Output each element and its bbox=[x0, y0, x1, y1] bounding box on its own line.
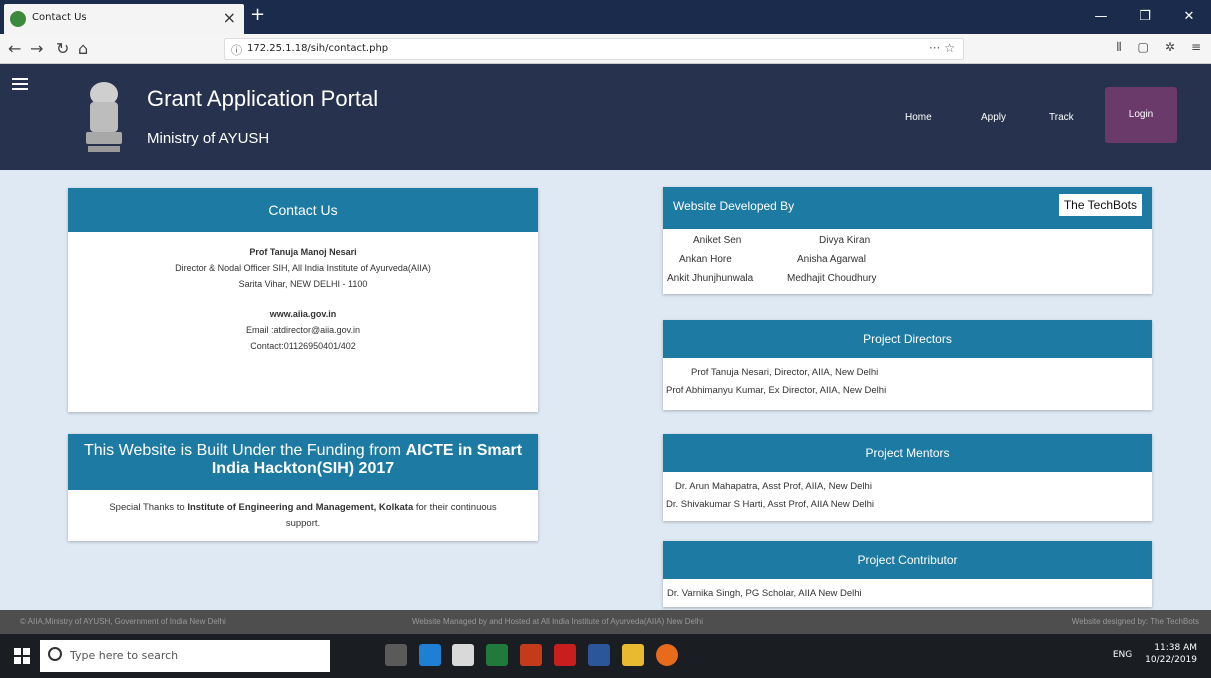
sidebar-icon[interactable]: ▢ bbox=[1138, 40, 1149, 55]
developer-name: Ankan Hore bbox=[679, 254, 732, 265]
menu-icon[interactable]: ≡ bbox=[1191, 40, 1201, 55]
contact-address: Sarita Vihar, NEW DELHI - 1100 bbox=[238, 279, 368, 289]
national-emblem-icon bbox=[86, 82, 122, 152]
contributor-heading: Project Contributor bbox=[663, 541, 1152, 579]
page-actions-icon[interactable]: ··· ☆ bbox=[929, 41, 955, 55]
clock[interactable]: 11:38 AM 10/22/2019 bbox=[1145, 642, 1197, 666]
contributor-card: Project Contributor Dr. Varnika Singh, P… bbox=[663, 541, 1152, 607]
contact-card: Contact Us Prof Tanuja Manoj Nesari Dire… bbox=[68, 188, 538, 412]
nav-track[interactable]: Track bbox=[1049, 112, 1074, 123]
site-subtitle: Ministry of AYUSH bbox=[147, 130, 270, 147]
edge-icon[interactable] bbox=[419, 644, 441, 666]
search-placeholder[interactable]: Type here to search bbox=[70, 649, 178, 662]
store-icon[interactable] bbox=[452, 644, 474, 666]
mentors-card: Project Mentors Dr. Arun Mahapatra, Asst… bbox=[663, 434, 1152, 521]
site-footer: © AIIA,Ministry of AYUSH, Government of … bbox=[0, 610, 1211, 634]
site-header: Grant Application Portal Ministry of AYU… bbox=[0, 64, 1211, 170]
developers-heading: Website Developed By The TechBots bbox=[663, 187, 1152, 229]
directors-card: Project Directors Prof Tanuja Nesari, Di… bbox=[663, 320, 1152, 410]
close-window-icon[interactable]: ✕ bbox=[1167, 0, 1211, 34]
tab-title: Contact Us bbox=[32, 12, 87, 23]
reload-icon[interactable]: ↻ bbox=[56, 39, 69, 58]
minimize-icon[interactable]: — bbox=[1079, 0, 1123, 34]
director-item: Prof Tanuja Nesari, Director, AIIA, New … bbox=[691, 367, 879, 378]
funding-card: This Website is Built Under the Funding … bbox=[68, 434, 538, 541]
address-bar[interactable]: ⓘ 172.25.1.18/sih/contact.php ··· ☆ bbox=[224, 38, 964, 60]
clock-time: 11:38 AM bbox=[1154, 643, 1197, 653]
powerpoint-icon[interactable] bbox=[520, 644, 542, 666]
word-icon[interactable] bbox=[588, 644, 610, 666]
mentors-heading: Project Mentors bbox=[663, 434, 1152, 472]
thanks-institute: Institute of Engineering and Management,… bbox=[187, 502, 414, 513]
developer-name: Aniket Sen bbox=[693, 235, 742, 246]
browser-toolbar: ← → ↻ ⌂ ⓘ 172.25.1.18/sih/contact.php ··… bbox=[0, 34, 1211, 64]
url-text[interactable]: 172.25.1.18/sih/contact.php bbox=[247, 43, 388, 54]
developer-name: Medhajit Choudhury bbox=[787, 273, 877, 284]
footer-designer: Website designed by: The TechBots bbox=[1071, 617, 1199, 626]
contact-heading: Contact Us bbox=[68, 188, 538, 232]
library-icon[interactable]: ⫴ bbox=[1116, 40, 1121, 55]
contributor-item: Dr. Varnika Singh, PG Scholar, AIIA New … bbox=[667, 588, 862, 599]
developer-name: Anisha Agarwal bbox=[797, 254, 866, 265]
system-tray: ENG 11:38 AM 10/22/2019 bbox=[1113, 642, 1197, 666]
file-explorer-icon[interactable] bbox=[622, 644, 644, 666]
home-icon[interactable]: ⌂ bbox=[78, 39, 88, 58]
nav-apply[interactable]: Apply bbox=[981, 112, 1006, 123]
techbots-badge: The TechBots bbox=[1058, 194, 1142, 216]
directors-heading: Project Directors bbox=[663, 320, 1152, 358]
funding-heading-text: This Website is Built Under the Funding … bbox=[83, 442, 406, 459]
windows-taskbar: Type here to search ENG 11:38 AM 10/22/2… bbox=[0, 634, 1211, 678]
windows-start-icon[interactable] bbox=[14, 648, 30, 664]
mentor-item: Dr. Shivakumar S Harti, Asst Prof, AIIA … bbox=[666, 499, 875, 510]
task-view-icon[interactable] bbox=[385, 644, 407, 666]
contact-role: Director & Nodal Officer SIH, All India … bbox=[175, 263, 431, 273]
browser-tab[interactable]: Contact Us × bbox=[4, 4, 244, 34]
browser-tab-bar: Contact Us × + — ❐ ✕ bbox=[0, 0, 1211, 34]
back-icon[interactable]: ← bbox=[8, 39, 21, 58]
developers-heading-text: Website Developed By bbox=[673, 199, 795, 213]
developer-name: Divya Kiran bbox=[819, 235, 871, 246]
new-tab-icon[interactable]: + bbox=[250, 4, 265, 25]
footer-copyright: © AIIA,Ministry of AYUSH, Government of … bbox=[20, 617, 226, 626]
taskbar-search[interactable]: Type here to search bbox=[40, 640, 330, 672]
maximize-icon[interactable]: ❐ bbox=[1123, 0, 1167, 34]
language-indicator[interactable]: ENG bbox=[1113, 650, 1132, 660]
firefox-icon[interactable] bbox=[656, 644, 678, 666]
mentor-item: Dr. Arun Mahapatra, Asst Prof, AIIA, New… bbox=[675, 481, 872, 492]
acrobat-icon[interactable] bbox=[554, 644, 576, 666]
director-item: Prof Abhimanyu Kumar, Ex Director, AIIA,… bbox=[666, 385, 887, 396]
site-title: Grant Application Portal bbox=[147, 86, 379, 111]
hamburger-menu-icon[interactable] bbox=[12, 78, 28, 90]
thanks-pre: Special Thanks to bbox=[109, 502, 188, 513]
close-tab-icon[interactable]: × bbox=[223, 8, 236, 27]
contact-name: Prof Tanuja Manoj Nesari bbox=[249, 247, 357, 257]
window-controls: — ❐ ✕ bbox=[1079, 0, 1211, 34]
browser-tools: ⫴ ▢ ✲ ≡ bbox=[1116, 40, 1201, 55]
favicon-icon bbox=[10, 11, 26, 27]
footer-hosting: Website Managed by and Hosted at All Ind… bbox=[412, 617, 703, 626]
developers-card: Website Developed By The TechBots Aniket… bbox=[663, 187, 1152, 294]
extension-icon[interactable]: ✲ bbox=[1165, 40, 1175, 55]
clock-date: 10/22/2019 bbox=[1145, 655, 1197, 665]
forward-icon[interactable]: → bbox=[30, 39, 43, 58]
developer-name: Ankit Jhunjhunwala bbox=[667, 273, 754, 284]
excel-icon[interactable] bbox=[486, 644, 508, 666]
info-icon[interactable]: ⓘ bbox=[231, 42, 242, 58]
funding-thanks: Special Thanks to Institute of Engineeri… bbox=[68, 490, 538, 532]
contact-phone: Contact:01126950401/402 bbox=[250, 341, 356, 351]
nav-home[interactable]: Home bbox=[905, 112, 932, 123]
funding-heading: This Website is Built Under the Funding … bbox=[68, 434, 538, 490]
login-button[interactable]: Login bbox=[1105, 87, 1177, 143]
contact-email: Email :atdirector@aiia.gov.in bbox=[245, 325, 361, 335]
search-icon bbox=[48, 647, 62, 661]
contact-website[interactable]: www.aiia.gov.in bbox=[68, 306, 538, 322]
